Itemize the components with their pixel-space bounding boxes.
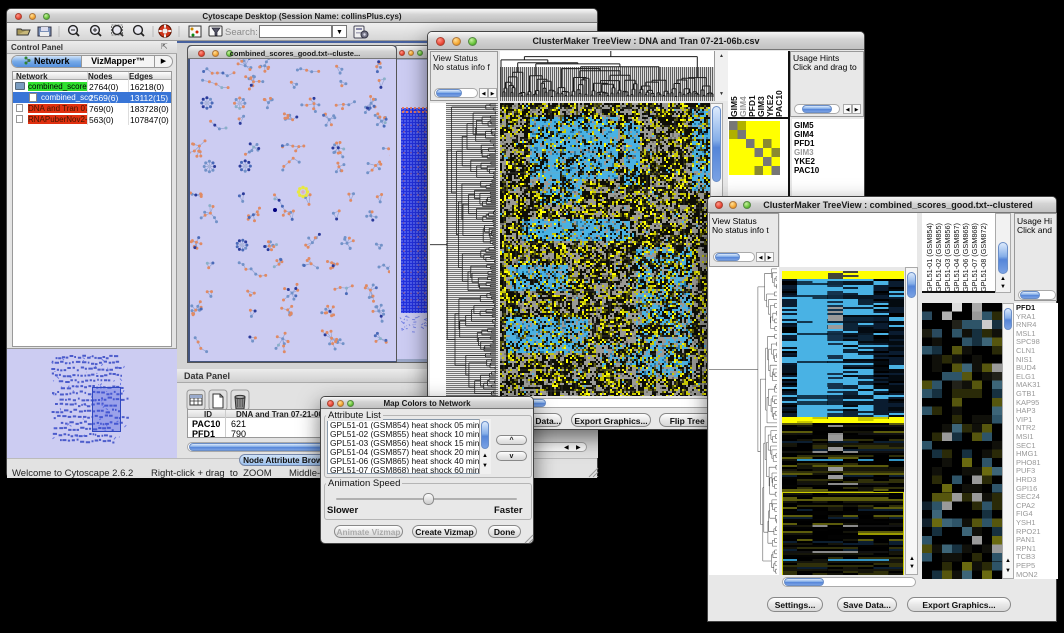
svg-text:GPL51-04 (GSM857): GPL51-04 (GSM857) xyxy=(952,223,961,292)
svg-text:GPL51-02 (GSM855): GPL51-02 (GSM855) xyxy=(934,223,943,292)
svg-text:GPL51-07 (GSM868): GPL51-07 (GSM868) xyxy=(970,223,979,292)
svg-text:GPL51-01 (GSM854): GPL51-01 (GSM854) xyxy=(925,223,934,292)
svg-text:PAC10: PAC10 xyxy=(774,90,784,117)
svg-text:GPL51-08 (GSM872): GPL51-08 (GSM872) xyxy=(979,223,988,292)
svg-text:GPL51-06 (GSM865): GPL51-06 (GSM865) xyxy=(961,223,970,292)
svg-text:GPL51-03 (GSM856): GPL51-03 (GSM856) xyxy=(943,223,952,292)
